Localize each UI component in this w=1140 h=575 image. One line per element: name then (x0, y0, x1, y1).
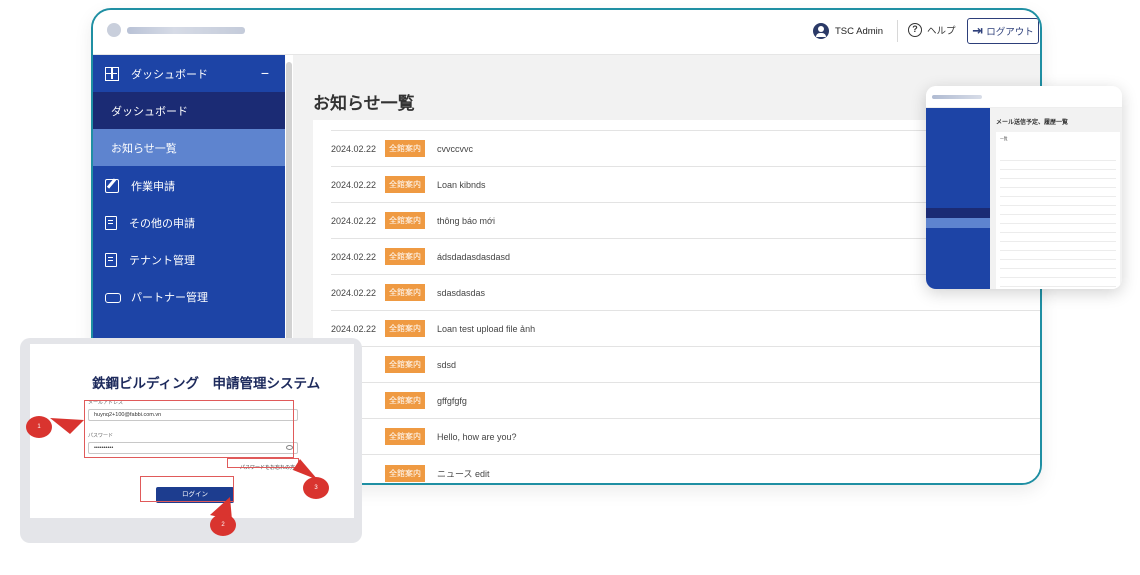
category-badge: 全館案内 (385, 356, 425, 373)
logout-label: ログアウト (986, 27, 1034, 38)
mini-card-label: 一覧 (1000, 137, 1008, 141)
building-icon (105, 252, 117, 267)
mini-page-title: メール送信予定、履歴一覧 (996, 120, 1069, 126)
sidebar-item-label: その他の申請 (129, 217, 195, 230)
mini-sidebar (926, 108, 990, 289)
top-bar: TSC Admin ? ヘルプ ⇥ ログアウト (93, 10, 1040, 55)
mini-main: メール送信予定、履歴一覧 一覧 (990, 108, 1122, 289)
highlight-credentials (84, 400, 294, 458)
sidebar-item-dashboard-group[interactable]: ダッシュボード − (93, 55, 285, 92)
callout-3: 3 (303, 477, 329, 499)
sidebar-item-work-request[interactable]: 作業申請 (93, 167, 285, 204)
category-badge: 全館案内 (385, 140, 425, 157)
sidebar-item-notices[interactable]: お知らせ一覧 (93, 129, 285, 166)
help-icon: ? (908, 23, 922, 37)
page-title: お知らせ一覧 (313, 94, 415, 113)
login-panel: 鉄鋼ビルディング 申請管理システム メールアドレス huynq2+100@fab… (20, 338, 362, 543)
login-title: 鉄鋼ビルディング 申請管理システム (92, 376, 321, 391)
help-link[interactable]: ? ヘルプ (908, 23, 956, 37)
category-badge: 全館案内 (385, 428, 425, 445)
list-item[interactable]: 05 全館案内 ニュース edit (331, 455, 1040, 483)
sidebar-item-label: 作業申請 (131, 180, 175, 193)
callout-1: 1 (26, 416, 52, 438)
category-badge: 全館案内 (385, 176, 425, 193)
category-badge: 全館案内 (385, 212, 425, 229)
handshake-icon (105, 290, 121, 304)
edit-icon (105, 178, 119, 193)
list-item[interactable]: 20 全館案内 Hello, how are you? (331, 419, 1040, 455)
company-logo[interactable] (107, 22, 247, 38)
sidebar-item-dashboard[interactable]: ダッシュボード (93, 92, 285, 129)
collapse-icon[interactable]: − (261, 65, 269, 81)
document-icon (105, 215, 117, 230)
category-badge: 全館案内 (385, 320, 425, 337)
help-label: ヘルプ (927, 26, 956, 37)
list-item[interactable]: 21 全館案内 gffgfgfg (331, 383, 1040, 419)
highlight-forgot (227, 458, 299, 468)
grid-icon (105, 66, 119, 81)
sidebar-item-tenant[interactable]: テナント管理 (93, 241, 285, 278)
sidebar-item-label: お知らせ一覧 (111, 142, 177, 155)
category-badge: 全館案内 (385, 248, 425, 265)
highlight-login (140, 476, 234, 502)
sidebar-item-label: テナント管理 (129, 254, 195, 267)
mail-history-preview: メール送信予定、履歴一覧 一覧 (926, 86, 1122, 289)
list-item[interactable]: 2024.02.22 全館案内 Loan test upload file ản… (331, 311, 1040, 347)
user-name: TSC Admin (835, 25, 884, 37)
header-divider (897, 20, 898, 42)
logout-icon: ⇥ (972, 23, 984, 38)
list-item[interactable]: 21 全館案内 sdsd (331, 347, 1040, 383)
user-avatar-icon (813, 23, 829, 39)
mini-top-bar (926, 86, 1122, 108)
logout-button[interactable]: ⇥ ログアウト (967, 18, 1039, 44)
sidebar-item-partner[interactable]: パートナー管理 (93, 278, 285, 315)
sidebar-item-label: ダッシュボード (131, 68, 208, 81)
sidebar-item-other-request[interactable]: その他の申請 (93, 204, 285, 241)
category-badge: 全館案内 (385, 464, 425, 482)
callout-2: 2 (210, 514, 236, 536)
mini-table: 一覧 (996, 132, 1120, 289)
sidebar-item-label: パートナー管理 (131, 291, 208, 304)
sidebar-item-label: ダッシュボード (111, 105, 188, 118)
user-menu[interactable]: TSC Admin (813, 23, 883, 39)
category-badge: 全館案内 (385, 284, 425, 301)
category-badge: 全館案内 (385, 392, 425, 409)
